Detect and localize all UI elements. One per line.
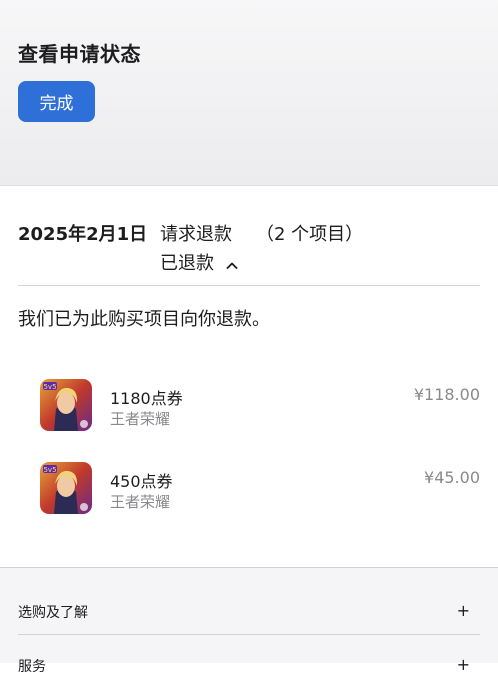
item-app-name: 王者荣耀 bbox=[110, 410, 171, 428]
order-status-toggle[interactable]: 已退款 bbox=[160, 249, 238, 275]
header: 查看申请状态 完成 bbox=[0, 0, 498, 186]
plus-icon: + bbox=[456, 601, 470, 620]
item-price: ¥45.00 bbox=[424, 468, 480, 487]
item-app-name: 王者荣耀 bbox=[110, 493, 171, 511]
order-item-count: （2 个项目） bbox=[256, 224, 364, 245]
order-date: 2025年2月1日 bbox=[18, 224, 148, 245]
footer: 选购及了解 + 服务 + bbox=[0, 567, 498, 675]
plus-icon: + bbox=[456, 655, 470, 674]
divider bbox=[18, 285, 480, 286]
svg-text:5v5: 5v5 bbox=[43, 466, 56, 474]
purchase-item[interactable]: 5v5 1180点券 王者荣耀 ¥118.00 bbox=[40, 379, 480, 433]
done-button[interactable]: 完成 bbox=[18, 81, 95, 122]
svg-text:5v5: 5v5 bbox=[43, 383, 56, 391]
chevron-up-icon bbox=[226, 254, 238, 275]
footer-item-label: 选购及了解 bbox=[18, 605, 88, 621]
page-title: 查看申请状态 bbox=[18, 42, 141, 66]
footer-item-shop-and-learn[interactable]: 选购及了解 + bbox=[18, 590, 480, 635]
item-name: 1180点券 bbox=[110, 389, 183, 408]
footer-item-services[interactable]: 服务 + bbox=[18, 644, 480, 688]
order-type: 请求退款 bbox=[160, 224, 232, 245]
game-icon: 5v5 bbox=[40, 379, 92, 431]
refund-message: 我们已为此购买项目向你退款。 bbox=[18, 309, 270, 330]
purchase-item[interactable]: 5v5 450点券 王者荣耀 ¥45.00 bbox=[40, 462, 480, 516]
item-price: ¥118.00 bbox=[413, 385, 480, 404]
order-status-label: 已退款 bbox=[160, 253, 214, 274]
item-name: 450点券 bbox=[110, 472, 173, 491]
game-icon: 5v5 bbox=[40, 462, 92, 514]
main-content: 2025年2月1日 请求退款 （2 个项目） 已退款 我们已为此购买项目向你退款… bbox=[0, 186, 498, 567]
footer-item-label: 服务 bbox=[18, 659, 46, 675]
